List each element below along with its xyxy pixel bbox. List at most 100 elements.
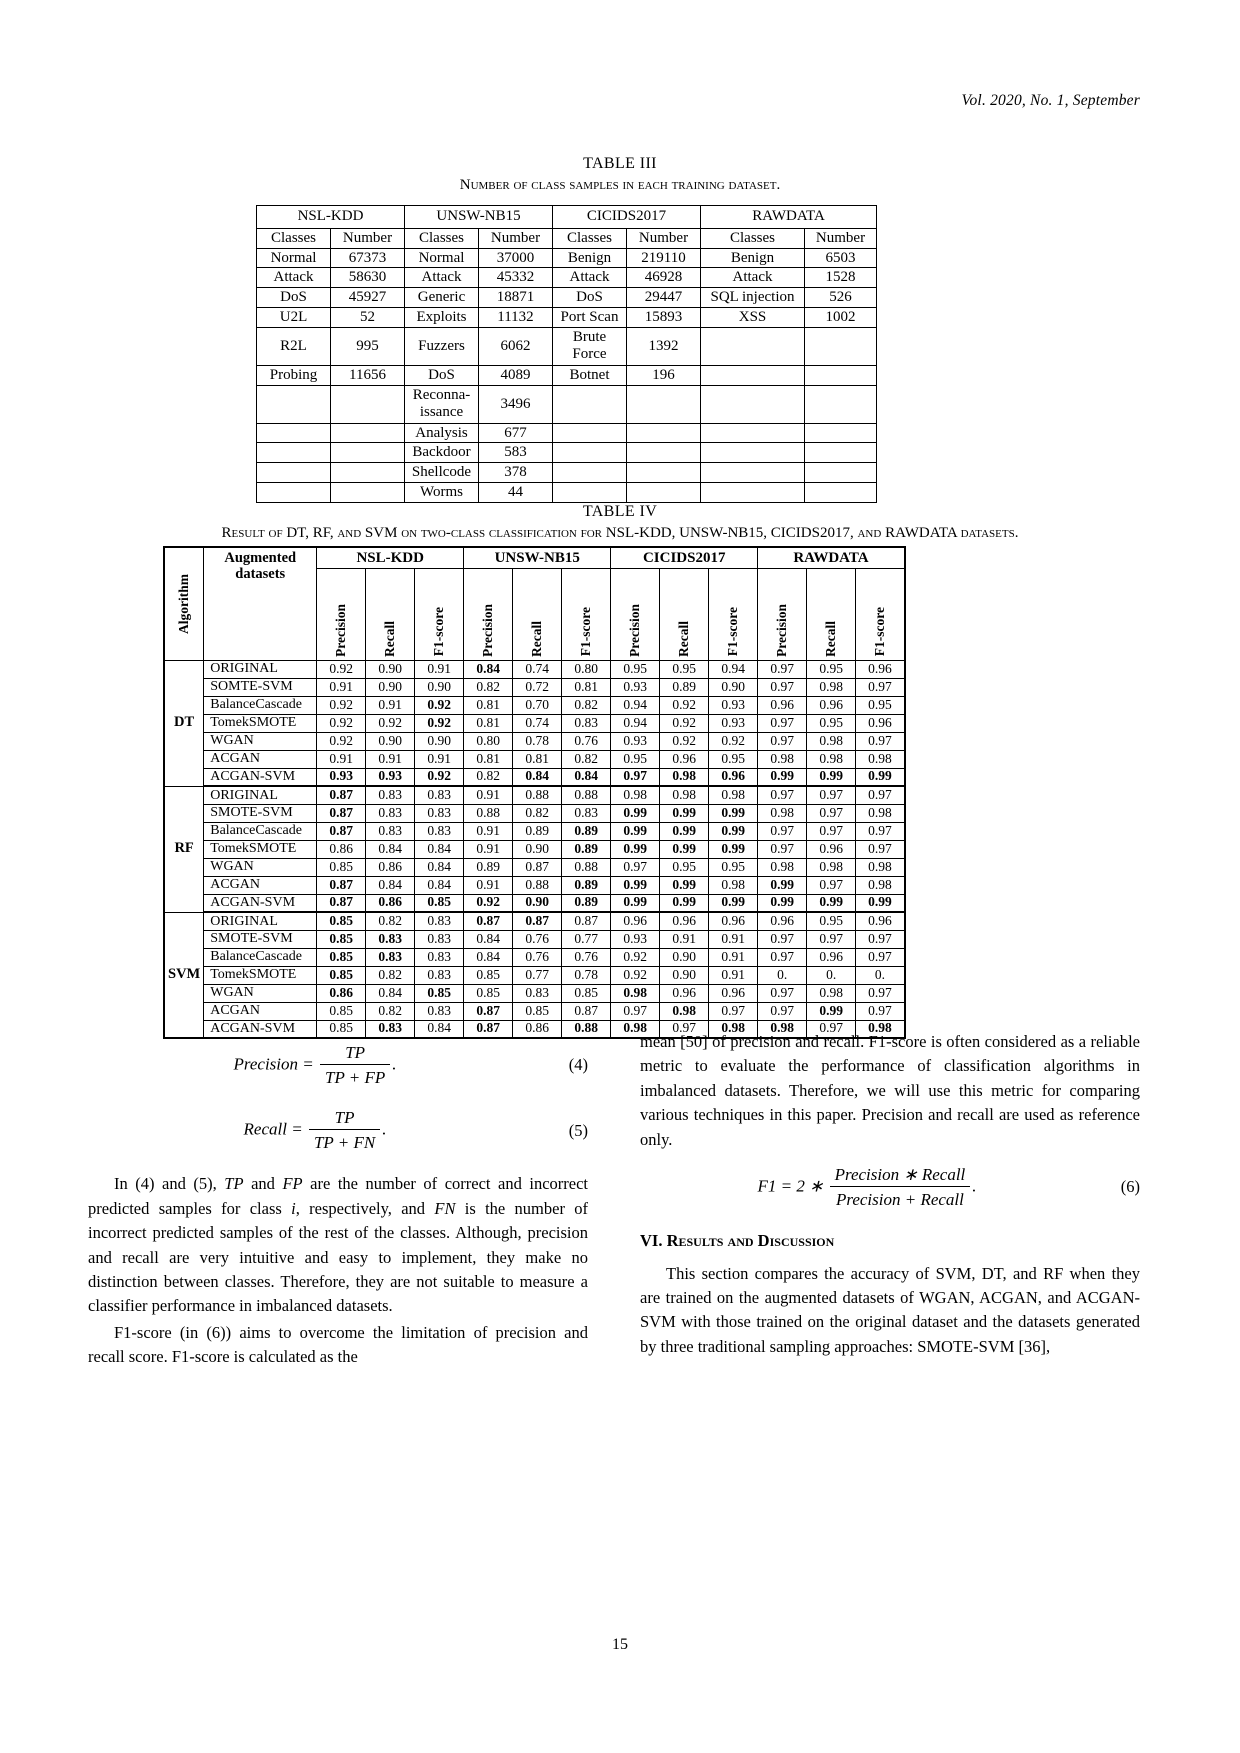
table4-value-cell: 0.81 [463, 749, 514, 769]
table4-value-cell: 0.82 [463, 767, 514, 787]
table3-cell: Fuzzers [404, 326, 479, 366]
table4-metric-header: Recall [512, 567, 563, 661]
equation-5-number: (5) [568, 1120, 588, 1140]
table3-cell: Attack [700, 267, 805, 289]
table-row: Normal 67373 Normal 37000 Benign 219110 Benign… [256, 247, 877, 269]
table4-value-cell: 0.93 [316, 767, 367, 787]
table4-value-cell: 0.97 [806, 821, 857, 841]
lp1-tp: TP [224, 1174, 244, 1194]
table-row: Backdoor 583 [256, 442, 877, 464]
page-number: 15 [612, 1636, 628, 1653]
table4-value-cell: 0.87 [316, 875, 367, 895]
table4-value-cell: 0.84 [365, 839, 416, 859]
table4-value-cell: 0.99 [610, 839, 661, 859]
table4-dataset-cell: TomekSMOTE [203, 713, 318, 733]
table4-value-cell: 0.87 [561, 911, 612, 931]
table3-cell: 4089 [478, 364, 553, 386]
table4-value-cell: 0.98 [806, 731, 857, 751]
table4-value-cell: 0.97 [806, 929, 857, 949]
table4-metric-label: Recall [822, 620, 838, 657]
table4-dataset-cell: ACGAN [203, 875, 318, 895]
table4-dataset-cell: BalanceCascade [203, 821, 318, 841]
table-row: RF ORIGINAL 0.87 0.83 0.83 0.91 0.88 0.88 0.98 0.… [163, 785, 906, 913]
table3-cell: 378 [478, 462, 553, 483]
table4-value-cell: 0.99 [659, 893, 710, 913]
table4-metric-header: F1-score [855, 567, 906, 661]
table4-value-cell: 0.92 [610, 947, 661, 967]
table4-value-cell: 0.82 [512, 803, 563, 823]
lp1-fn: FN [434, 1198, 456, 1218]
table4-value-cell: 0.96 [659, 911, 710, 931]
table3-cell: Attack [552, 267, 627, 289]
table4-value-cell: 0.76 [561, 731, 612, 751]
table4-value-cell: 0.81 [463, 713, 514, 733]
table4-value-cell: 0.98 [610, 983, 661, 1003]
equation-5-body: Recall = TP TP + FN . [88, 1107, 542, 1154]
table4-value-cell: 0.99 [610, 821, 661, 841]
table4-value-cell: 0.96 [708, 983, 759, 1003]
table4-group-nslkdd: NSL-KDD [316, 546, 465, 569]
table-row: Attack 58630 Attack 45332 Attack 46928 Attack 1… [256, 267, 877, 289]
table4-metric-label: F1-score [577, 607, 593, 657]
table4-value-cell: 0.88 [561, 857, 612, 877]
table3-cell [700, 326, 805, 366]
equation-5: Recall = TP TP + FN . (5) [88, 1107, 588, 1154]
equation-6-number: (6) [1120, 1177, 1140, 1197]
table4-group-unswnb15: UNSW-NB15 [463, 546, 612, 569]
table4-value-cell: 0.88 [512, 785, 563, 805]
table4-value-cell: 0.91 [708, 929, 759, 949]
equation-5-lhs: Recall = [243, 1119, 303, 1139]
table4-metric-header: F1-score [561, 567, 612, 661]
table4-value-cell: 0.98 [855, 875, 906, 895]
table4-metric-header: Recall [806, 567, 857, 661]
table-row: SMOTE-SVM 0.85 0.83 0.83 0.84 0.76 0.77 0.93 0.9… [164, 929, 906, 949]
table4-value-cell: 0.90 [365, 731, 416, 751]
table4-value-cell: 0.89 [659, 677, 710, 697]
table3-cell: Brute Force [552, 326, 627, 366]
table-row: ACGAN 0.87 0.84 0.84 0.91 0.88 0.89 0.99 0.99 0.9… [164, 875, 906, 895]
table3-cell: Benign [552, 247, 627, 269]
table4-dataset-cell: ACGAN [203, 1001, 318, 1021]
table-row: BalanceCascade 0.87 0.83 0.83 0.91 0.89 0.89 0.… [164, 821, 906, 841]
table4-value-cell: 0.98 [757, 803, 808, 823]
equation-4-lhs: Precision = [233, 1054, 314, 1074]
table4-title-pre: Result of DT, RF, and SVM on two-class c… [221, 525, 606, 542]
table4-value-cell: 0.92 [414, 713, 465, 733]
table3-cell: 29447 [626, 287, 701, 308]
table3-group-unswnb15: UNSW-NB15 [404, 205, 553, 229]
table-row: SOMTE-SVM 0.91 0.90 0.90 0.82 0.72 0.81 0.93 0.8… [164, 677, 906, 697]
table4-algorithm-label: Algorithm [175, 573, 191, 634]
table3-cell [256, 384, 331, 424]
table4-caption: TABLE IV Result of DT, RF, and SVM on tw… [0, 500, 1240, 545]
table4-value-cell: 0.90 [512, 893, 563, 913]
table4-value-cell: 0.99 [806, 893, 857, 913]
table4-value-cell: 0.95 [659, 857, 710, 877]
equation-4-fraction: TP TP + FP [319, 1042, 391, 1089]
table4-value-cell: 0.97 [855, 1001, 906, 1021]
table4-value-cell: 0.99 [806, 1001, 857, 1021]
table4-value-cell: 0.97 [757, 713, 808, 733]
table4-value-cell: 0.83 [365, 821, 416, 841]
lp1-g: , respectively, and [295, 1198, 435, 1218]
table3-cell: 1392 [626, 326, 701, 366]
table3-cell: Benign [700, 247, 805, 269]
table4-value-cell: 0.95 [806, 713, 857, 733]
section-number: VI. [640, 1231, 663, 1251]
table4-value-cell: 0.85 [316, 911, 367, 931]
table4-value-cell: 0.82 [365, 911, 416, 931]
table4-value-cell: 0.96 [610, 911, 661, 931]
table4-value-cell: 0.97 [855, 983, 906, 1003]
table4-value-cell: 0.94 [610, 713, 661, 733]
table3-cell: R2L [256, 326, 331, 366]
table4-value-cell: 0.87 [316, 893, 367, 913]
table4-value-cell: 0.97 [855, 731, 906, 751]
table4-value-cell: 0.85 [316, 965, 367, 985]
table4-value-cell: 0.91 [414, 659, 465, 679]
table3-cell: Normal [404, 247, 479, 269]
table4-dataset-cell: SMOTE-SVM [203, 803, 318, 823]
table4-value-cell: 0.83 [561, 803, 612, 823]
table4-value-cell: 0.87 [463, 1001, 514, 1021]
table4-value-cell: 0.92 [414, 695, 465, 715]
equation-5-numerator: TP [308, 1107, 381, 1131]
table-row: TomekSMOTE 0.92 0.92 0.92 0.81 0.74 0.83 0.94 0.… [164, 713, 906, 733]
